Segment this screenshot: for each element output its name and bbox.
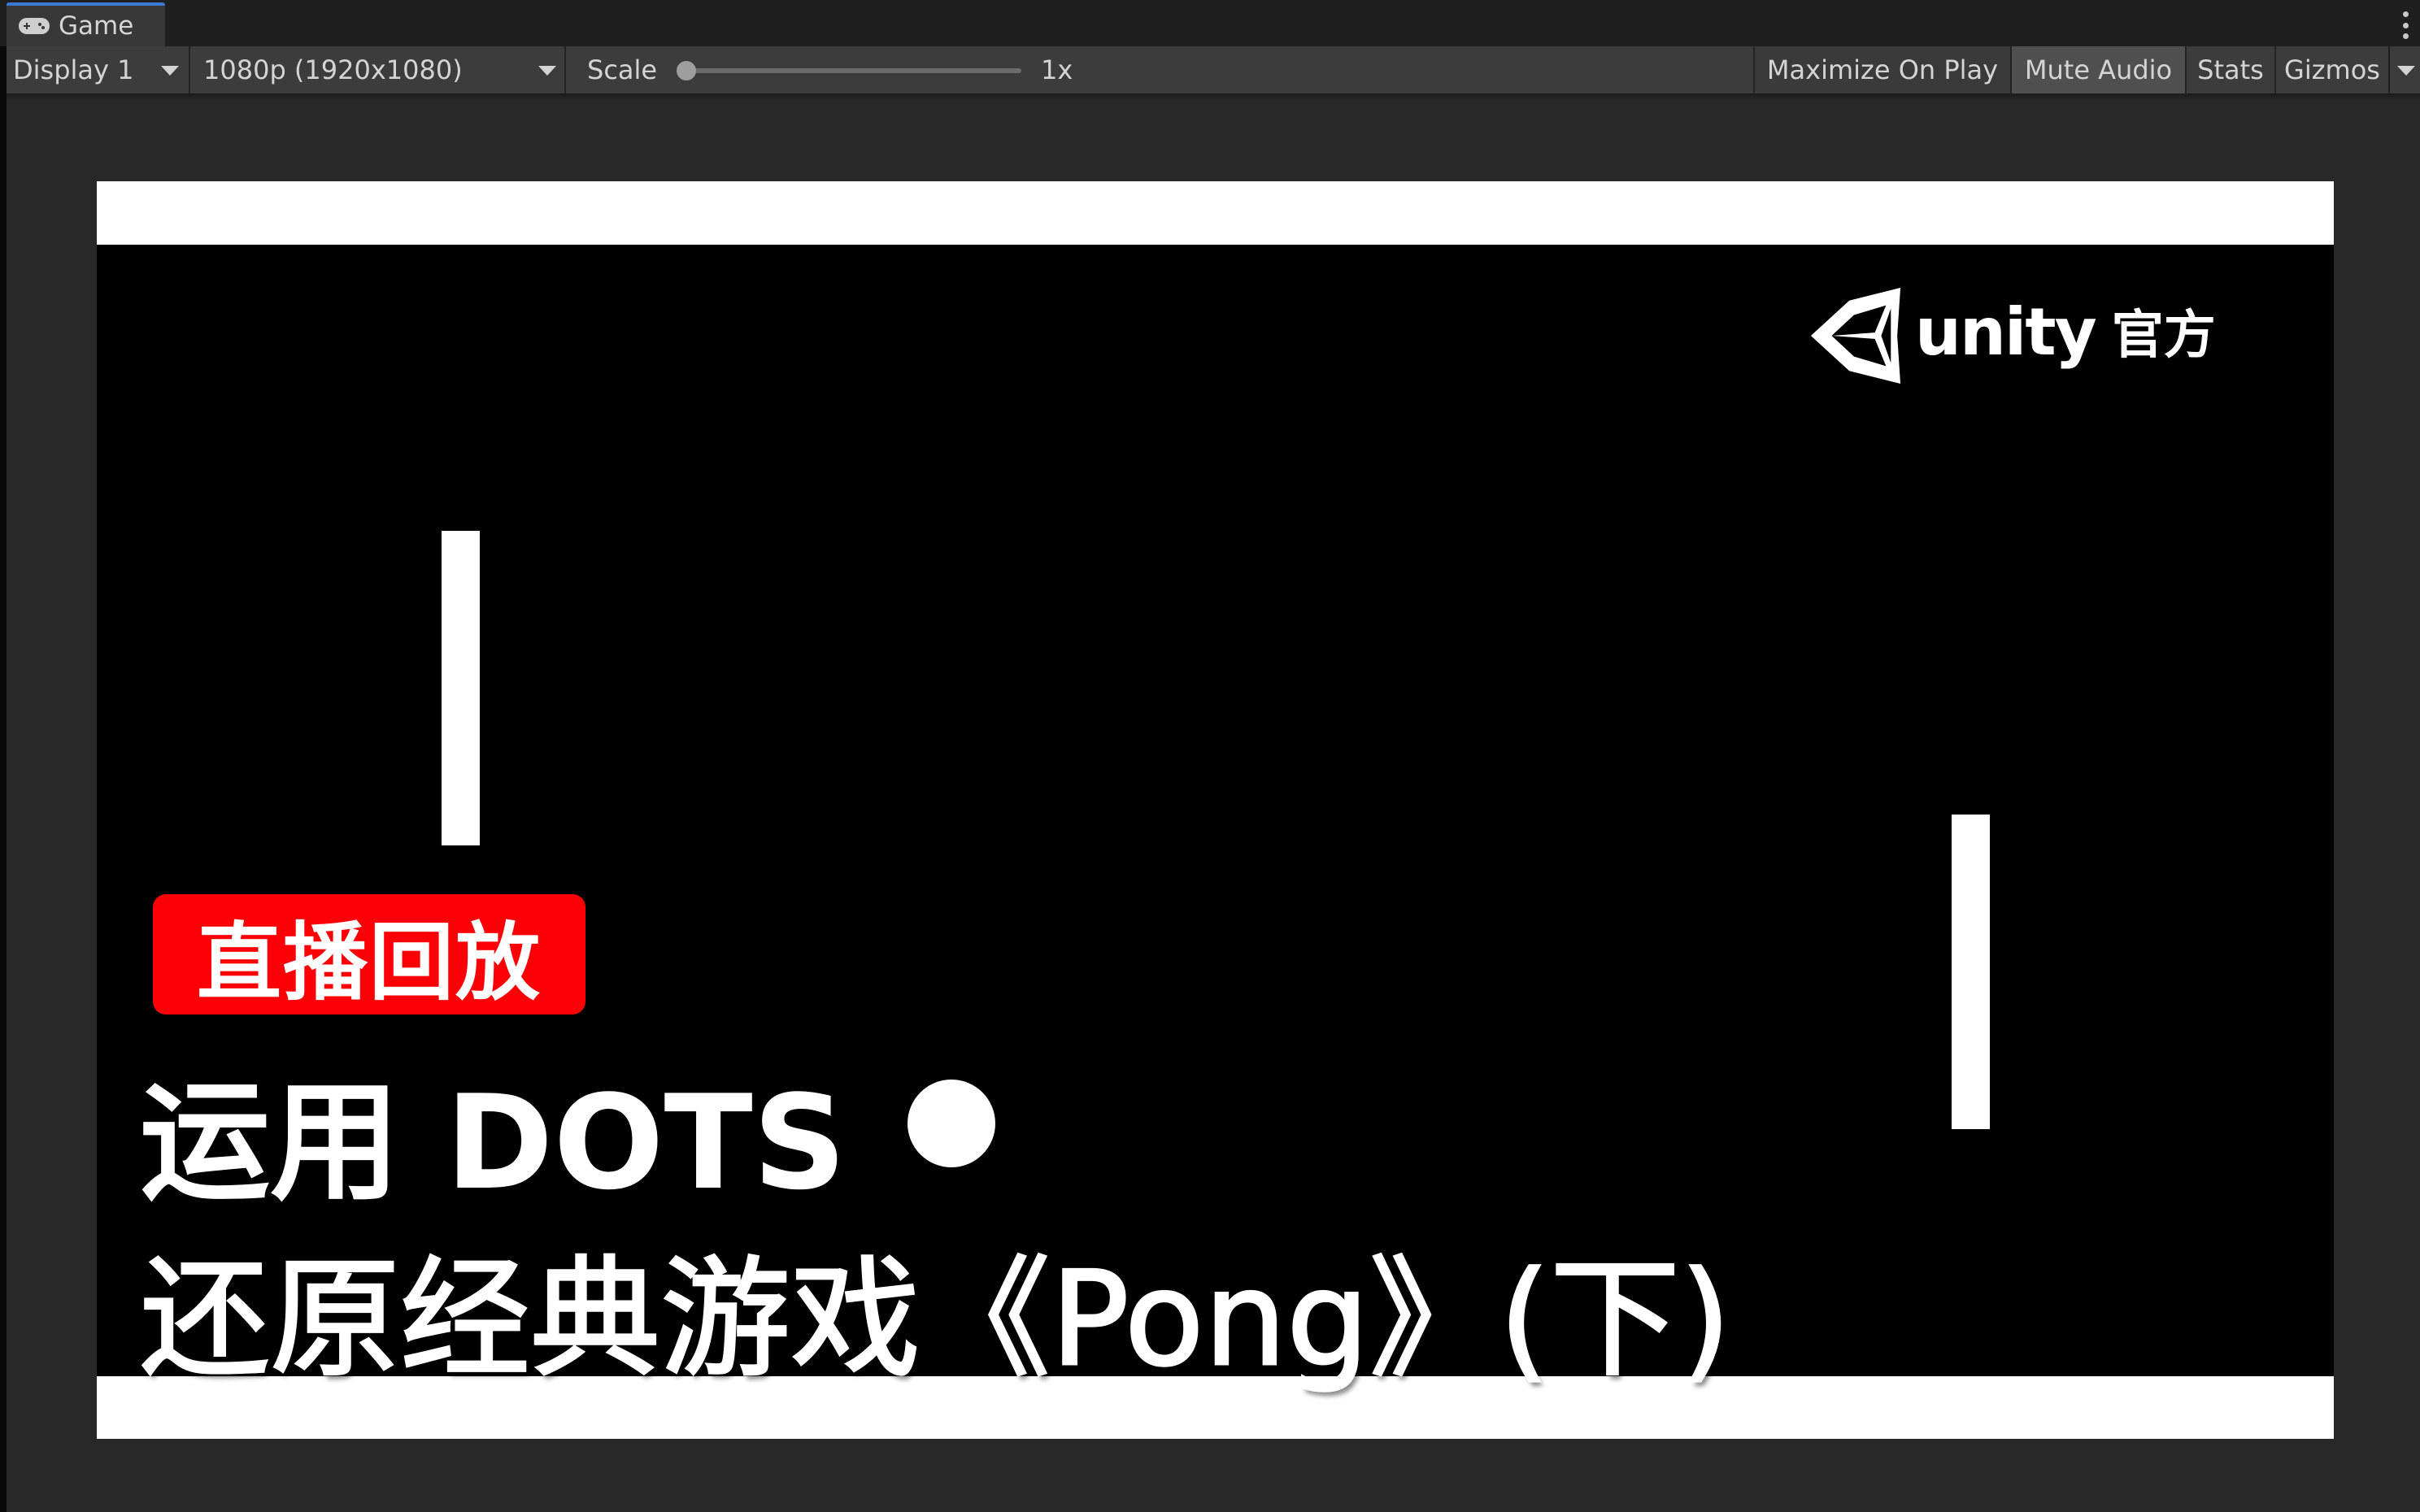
unity-official-label: 官方 [2111, 306, 2216, 366]
mute-audio-label: Mute Audio [2024, 54, 2173, 85]
top-wall [97, 181, 2334, 245]
scale-control: Scale 1x [568, 46, 1755, 93]
tab-game-label: Game [59, 11, 134, 41]
display-dropdown[interactable]: Display 1 [7, 46, 190, 93]
scale-label: Scale [587, 54, 658, 85]
scale-slider-thumb[interactable] [677, 61, 696, 80]
toolbar-shadow [7, 93, 2420, 100]
stats-toggle[interactable]: Stats [2187, 46, 2276, 93]
resolution-dropdown[interactable]: 1080p (1920x1080) [192, 46, 566, 93]
chevron-down-icon [161, 66, 179, 76]
display-dropdown-value: Display 1 [13, 54, 134, 85]
replay-badge-text: 直播回放 [196, 912, 542, 1012]
chevron-down-icon [538, 66, 556, 76]
maximize-on-play-toggle[interactable]: Maximize On Play [1755, 46, 2012, 93]
right-paddle [1952, 815, 1990, 1129]
maximize-on-play-label: Maximize On Play [1766, 54, 1999, 85]
unity-cube-icon [1810, 288, 1901, 384]
resolution-dropdown-value: 1080p (1920x1080) [203, 54, 463, 85]
scale-slider-track[interactable] [685, 68, 1021, 73]
unity-wordmark: unity [1915, 294, 2097, 370]
gamepad-icon [19, 18, 50, 34]
tab-game[interactable]: Game [7, 2, 165, 46]
window-left-edge [0, 0, 7, 1512]
ball [908, 1080, 995, 1167]
scale-value: 1x [1041, 54, 1073, 85]
game-viewport[interactable]: unity 官方 直播回放 运用 DOTS 还原经典游戏《Pong》(下) [97, 181, 2334, 1439]
title-line-2: 还原经典游戏《Pong》(下) [139, 1243, 1732, 1395]
gizmos-toggle[interactable]: Gizmos [2276, 46, 2390, 93]
title-line-1: 运用 DOTS [140, 1067, 847, 1219]
gizmos-label: Gizmos [2284, 54, 2380, 85]
replay-badge: 直播回放 [153, 894, 585, 1015]
unity-logo: unity 官方 [1808, 287, 2216, 385]
kebab-menu-icon[interactable] [2402, 11, 2409, 39]
mute-audio-toggle[interactable]: Mute Audio [2012, 46, 2187, 93]
gizmos-dropdown[interactable] [2392, 46, 2420, 93]
game-toolbar: Display 1 1080p (1920x1080) Scale 1x Max… [7, 46, 2420, 93]
left-paddle [442, 531, 480, 845]
chevron-down-icon [2397, 66, 2415, 76]
tab-bar: Game [0, 0, 2420, 46]
stats-label: Stats [2197, 54, 2264, 85]
